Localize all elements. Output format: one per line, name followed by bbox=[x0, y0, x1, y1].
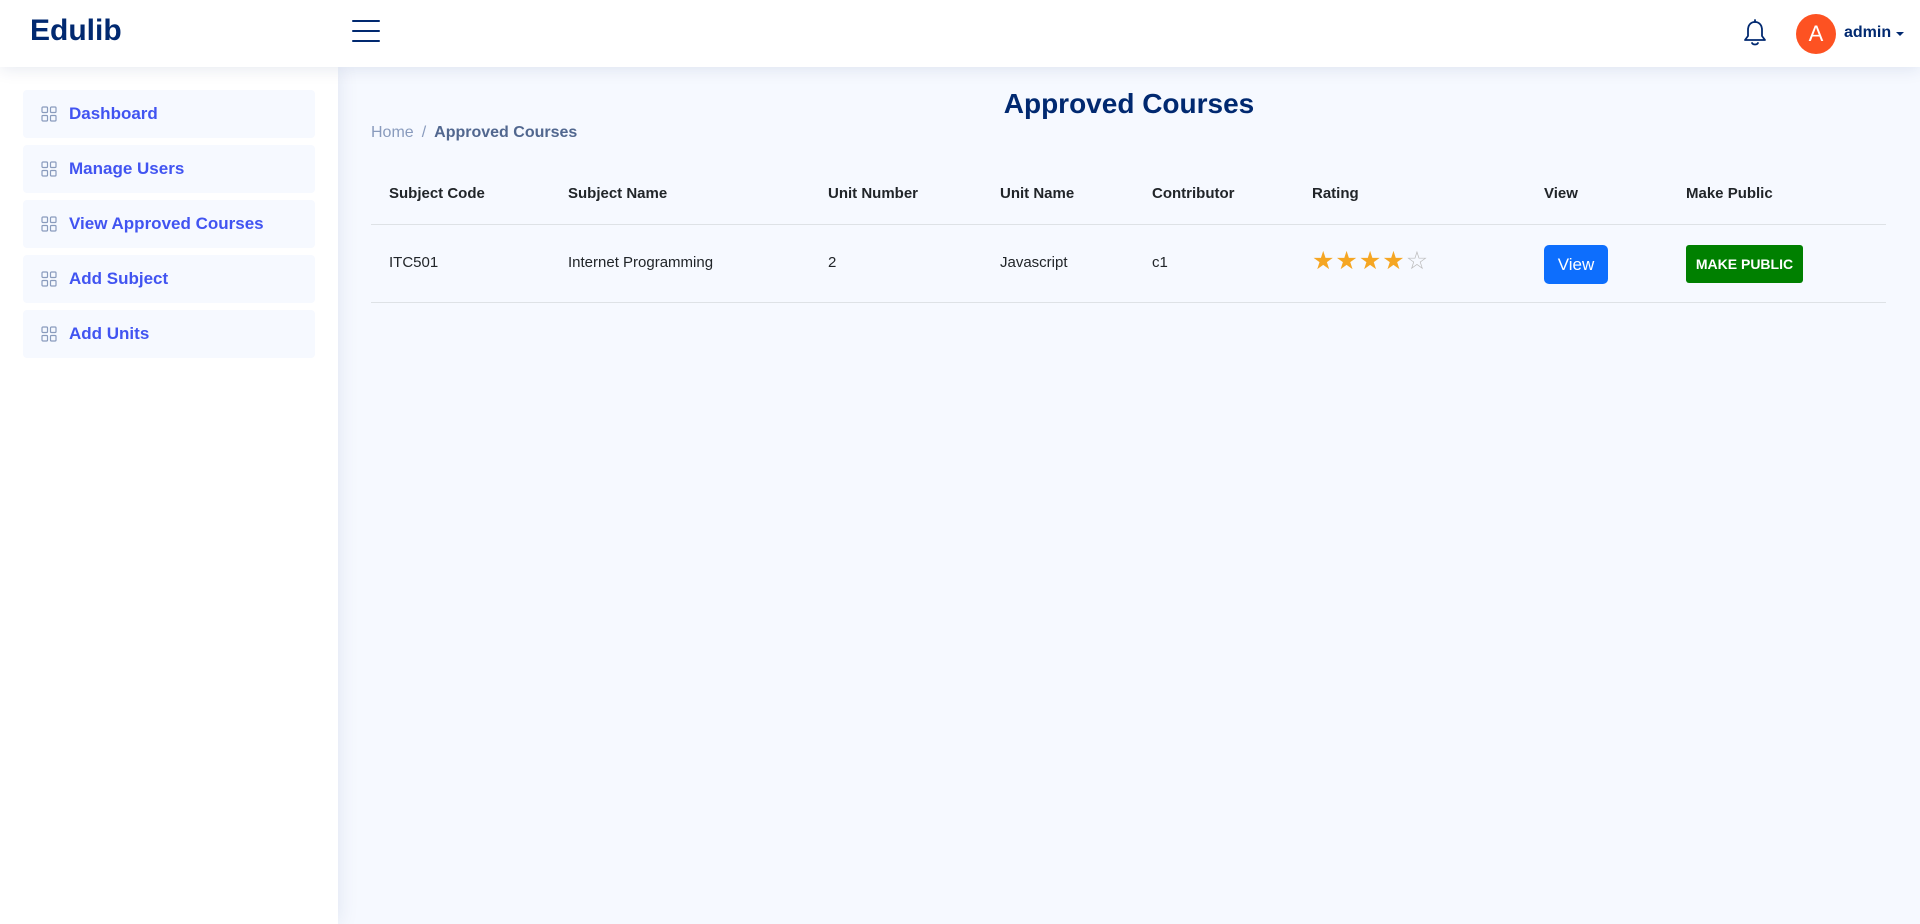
sidebar-item-label: Dashboard bbox=[69, 104, 158, 123]
sidebar-item-add-subject[interactable]: Add Subject bbox=[23, 255, 315, 303]
grid-icon bbox=[41, 106, 57, 122]
star-filled-icon: ★ bbox=[1358, 247, 1383, 275]
page-title: Approved Courses bbox=[1003, 88, 1255, 119]
breadcrumb-home-link[interactable]: Home bbox=[371, 124, 414, 141]
grid-icon bbox=[41, 326, 57, 342]
star-empty-icon: ☆ bbox=[1405, 247, 1430, 275]
grid-icon bbox=[41, 271, 57, 287]
star-rating: ★★★★☆ bbox=[1312, 249, 1429, 274]
sidebar-item-dashboard[interactable]: Dashboard bbox=[23, 90, 315, 138]
breadcrumb-current: Approved Courses bbox=[434, 124, 578, 141]
table-header-row: Subject Code Subject Name Unit Number Un… bbox=[371, 164, 1886, 225]
chevron-down-icon[interactable] bbox=[1896, 32, 1904, 36]
column-header-rating: Rating bbox=[1312, 185, 1359, 202]
column-header-make-public: Make Public bbox=[1686, 185, 1773, 202]
user-menu-toggle[interactable]: admin bbox=[1844, 24, 1891, 42]
sidebar: Dashboard Manage Users View Approved Cou… bbox=[0, 67, 338, 924]
unit-name-cell: Javascript bbox=[1000, 254, 1068, 271]
grid-icon bbox=[41, 216, 57, 232]
grid-icon bbox=[41, 161, 57, 177]
subject-code-cell: ITC501 bbox=[389, 254, 439, 271]
sidebar-item-add-units[interactable]: Add Units bbox=[23, 310, 315, 358]
top-header: Edulib A admin bbox=[0, 0, 1920, 67]
column-header-unit-name: Unit Name bbox=[1000, 185, 1075, 202]
view-button[interactable]: View bbox=[1544, 245, 1608, 284]
make-public-button[interactable]: MAKE PUBLIC bbox=[1686, 245, 1803, 283]
table-row: ITC501 Internet Programming 2 Javascript… bbox=[371, 225, 1886, 303]
column-header-unit-number: Unit Number bbox=[828, 185, 918, 202]
sidebar-item-manage-users[interactable]: Manage Users bbox=[23, 145, 315, 193]
breadcrumb: Home / Approved Courses bbox=[371, 124, 577, 142]
hamburger-icon[interactable] bbox=[352, 20, 380, 44]
star-filled-icon: ★ bbox=[1312, 247, 1336, 275]
star-filled-icon: ★ bbox=[1335, 247, 1359, 275]
sidebar-item-label: Manage Users bbox=[69, 159, 185, 178]
subject-name-cell: Internet Programming bbox=[568, 254, 714, 271]
column-header-subject-name: Subject Name bbox=[568, 185, 668, 202]
avatar[interactable]: A bbox=[1796, 14, 1836, 54]
column-header-subject-code: Subject Code bbox=[389, 185, 485, 202]
sidebar-item-label: View Approved Courses bbox=[69, 214, 264, 233]
app-logo[interactable]: Edulib bbox=[30, 14, 122, 48]
approved-courses-table: Subject Code Subject Name Unit Number Un… bbox=[371, 164, 1886, 303]
sidebar-item-label: Add Subject bbox=[69, 269, 169, 288]
contributor-cell: c1 bbox=[1152, 254, 1168, 271]
sidebar-item-label: Add Units bbox=[69, 324, 150, 343]
bell-icon[interactable] bbox=[1742, 19, 1768, 47]
column-header-contributor: Contributor bbox=[1152, 185, 1235, 202]
breadcrumb-separator: / bbox=[421, 124, 427, 141]
sidebar-item-view-approved-courses[interactable]: View Approved Courses bbox=[23, 200, 315, 248]
column-header-view: View bbox=[1544, 185, 1578, 202]
star-filled-icon: ★ bbox=[1382, 247, 1406, 275]
unit-number-cell: 2 bbox=[828, 254, 837, 271]
